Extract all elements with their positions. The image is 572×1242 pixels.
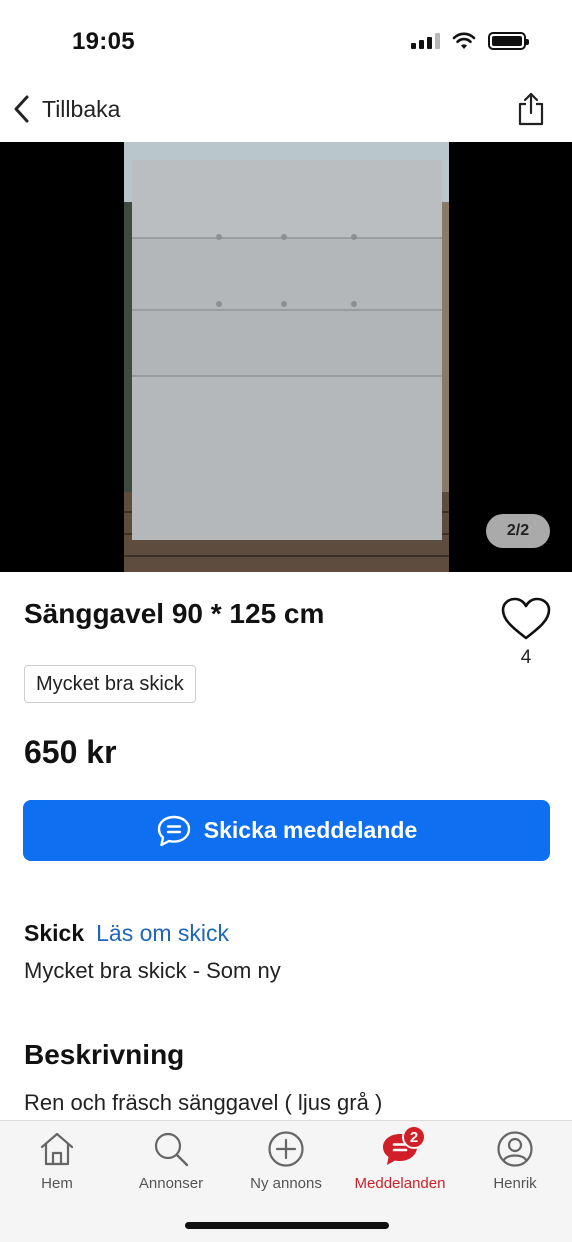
image-counter: 2/2 [486, 514, 550, 548]
battery-icon [488, 32, 529, 50]
home-indicator [185, 1222, 389, 1229]
share-icon[interactable] [516, 92, 546, 126]
send-message-label: Skicka meddelande [203, 817, 418, 843]
back-button[interactable]: Tillbaka [12, 94, 120, 124]
tab-annonser-label: Annonser [138, 1175, 204, 1192]
status-time: 19:05 [72, 28, 135, 55]
description-heading: Beskrivning [24, 1039, 185, 1070]
chevron-left-icon [14, 95, 29, 123]
profile-icon [495, 1129, 535, 1169]
listing-photo[interactable] [124, 142, 449, 572]
favorite-button[interactable]: 4 [500, 597, 552, 669]
chat-icon: 2 [380, 1125, 426, 1169]
tab-home-label: Hem [41, 1175, 73, 1192]
tab-messages[interactable]: 2 Meddelanden [343, 1125, 457, 1192]
listing-price: 650 kr [24, 734, 117, 770]
navigation-bar: Tillbaka [0, 80, 572, 142]
search-icon [151, 1129, 191, 1169]
tab-new-listing-label: Ny annons [250, 1175, 322, 1192]
status-icons [411, 32, 529, 50]
tab-home[interactable]: Hem [0, 1129, 114, 1192]
tab-profile-label: Henrik [493, 1175, 537, 1192]
back-label: Tillbaka [42, 95, 121, 122]
send-message-button[interactable]: Skicka meddelande [23, 800, 550, 861]
cellular-signal-icon [411, 33, 440, 49]
wifi-icon [452, 32, 476, 49]
listing-title: Sänggavel 90 * 125 cm [24, 598, 325, 629]
tab-new-listing[interactable]: Ny annons [229, 1129, 343, 1192]
status-bar: 19:05 [0, 0, 572, 80]
heart-icon [501, 597, 551, 640]
description-text: Ren och fräsch sänggavel ( ljus grå ) [24, 1090, 383, 1115]
image-gallery[interactable]: 2/2 [0, 142, 572, 572]
messages-badge: 2 [402, 1125, 426, 1149]
tab-annonser[interactable]: Annonser [114, 1129, 228, 1192]
condition-value: Mycket bra skick - Som ny [24, 958, 281, 983]
read-about-condition-link[interactable]: Läs om skick [96, 920, 229, 947]
favorites-count: 4 [520, 647, 532, 668]
condition-label: Skick [24, 920, 85, 946]
tab-profile[interactable]: Henrik [458, 1129, 572, 1192]
condition-row: Skick Läs om skick [24, 920, 229, 947]
tab-messages-label: Meddelanden [354, 1175, 446, 1192]
condition-chip: Mycket bra skick [24, 665, 196, 703]
home-icon [37, 1129, 77, 1169]
plus-circle-icon [266, 1129, 306, 1169]
chat-bubble-icon [157, 815, 190, 846]
